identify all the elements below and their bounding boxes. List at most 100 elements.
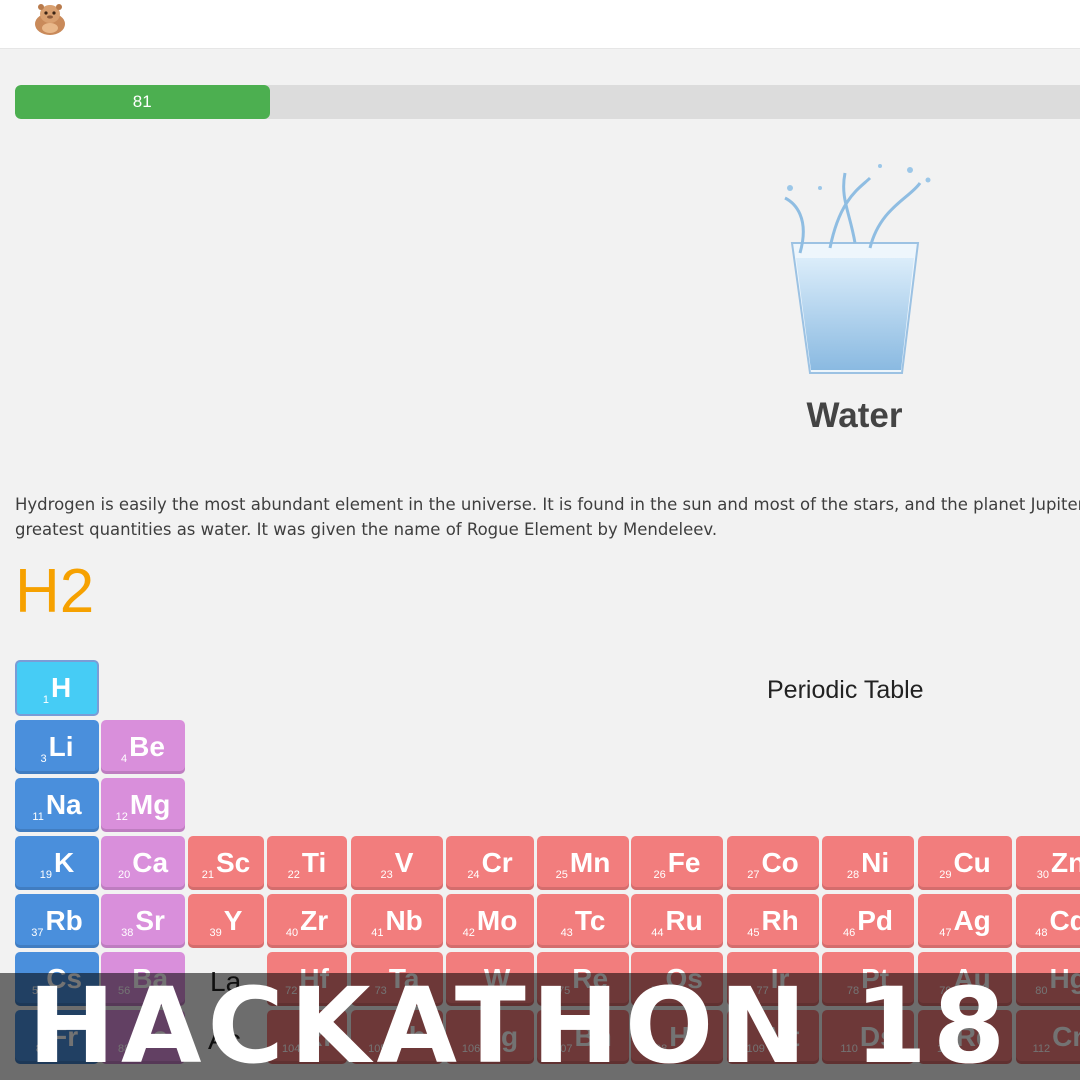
element-symbol: Sr [135,905,165,936]
atomic-number: 1 [42,694,49,706]
element-tile-mn[interactable]: 25Mn [537,836,629,890]
element-tile-co[interactable]: 27Co [727,836,819,890]
atomic-number: 25 [555,869,568,881]
element-symbol: Li [48,731,74,762]
element-tile-fe[interactable]: 26Fe [631,836,723,890]
progress-fill: 81 [15,85,270,119]
mascot-logo-icon[interactable] [30,2,70,36]
atomic-number: 40 [285,927,299,939]
element-tile-ni[interactable]: 28Ni [822,836,914,890]
element-symbol: Pd [857,905,894,936]
atomic-number: 30 [1036,869,1050,881]
hackathon-banner: HACKATHON 18 [0,973,1080,1080]
element-tile-ca[interactable]: 20Ca [101,836,185,890]
element-symbol: Cu [953,847,991,878]
element-symbol: Ru [665,905,703,936]
element-tile-v[interactable]: 23V [351,836,443,890]
element-symbol: Cr [481,847,513,878]
element-tile-be[interactable]: 4Be [101,720,185,774]
element-symbol: Cd [1049,905,1080,936]
atomic-number: 44 [651,927,664,939]
atomic-number: 29 [939,869,952,881]
element-symbol: Rb [45,905,83,936]
element-symbol: Na [45,789,82,820]
element-tile-mo[interactable]: 42Mo [446,894,534,948]
atomic-number: 42 [462,927,475,939]
element-symbol: Mo [476,905,518,936]
element-tile-y[interactable]: 39Y [188,894,264,948]
atomic-number: 22 [287,869,300,881]
compound-name: Water [806,396,903,435]
element-tile-cr[interactable]: 24Cr [446,836,534,890]
progress-bar: 81 [15,85,1080,119]
atomic-number: 3 [40,753,47,765]
compound-formula: H2 [15,557,95,626]
atomic-number: 48 [1035,927,1048,939]
atomic-number: 47 [939,927,952,939]
periodic-table-title: Periodic Table [767,676,924,704]
atomic-number: 28 [846,869,860,881]
element-tile-ag[interactable]: 47Ag [918,894,1012,948]
banner-text: HACKATHON 18 [28,973,1012,1080]
element-tile-zr[interactable]: 40Zr [267,894,347,948]
element-symbol: Sc [216,847,251,878]
element-tile-rh[interactable]: 45Rh [727,894,819,948]
description-line: greatest quantities as water. It was giv… [15,520,718,539]
atomic-number: 46 [842,927,856,939]
element-symbol: Rh [761,905,799,936]
atomic-number: 12 [115,811,128,823]
element-tile-cd[interactable]: 48Cd [1016,894,1080,948]
element-symbol: Zn [1051,847,1080,878]
element-tile-sr[interactable]: 38Sr [101,894,185,948]
atomic-number: 39 [209,927,222,939]
element-symbol: Y [223,905,243,936]
element-symbol: Co [761,847,799,878]
atomic-number: 37 [31,927,44,939]
element-tile-pd[interactable]: 46Pd [822,894,914,948]
atomic-number: 20 [117,869,131,881]
element-tile-nb[interactable]: 41Nb [351,894,443,948]
element-symbol: Tc [574,905,606,936]
element-tile-k[interactable]: 19K [15,836,99,890]
element-symbol: Ca [132,847,169,878]
element-symbol: Be [129,731,165,762]
element-tile-sc[interactable]: 21Sc [188,836,264,890]
element-symbol: Mn [569,847,611,878]
element-symbol: Zr [300,905,329,936]
atomic-number: 26 [653,869,666,881]
element-tile-ti[interactable]: 22Ti [267,836,347,890]
element-tile-tc[interactable]: 43Tc [537,894,629,948]
element-symbol: Mg [129,789,171,820]
atomic-number: 27 [747,869,760,881]
water-glass-image [784,164,931,374]
atomic-number: 45 [747,927,760,939]
element-symbol: Ag [953,905,991,936]
element-tile-ru[interactable]: 44Ru [631,894,723,948]
element-symbol: V [394,847,414,878]
atomic-number: 11 [32,811,44,823]
atomic-number: 19 [39,869,52,881]
atomic-number: 38 [121,927,134,939]
element-tile-na[interactable]: 11Na [15,778,99,832]
atomic-number: 43 [560,927,573,939]
element-symbol: H [50,672,72,703]
atomic-number: 21 [201,869,214,881]
atomic-number: 4 [121,753,128,765]
element-tile-mg[interactable]: 12Mg [101,778,185,832]
element-symbol: K [54,847,75,878]
element-description: Hydrogen is easily the most abundant ele… [15,492,1080,542]
element-tile-h[interactable]: 1H [15,660,99,716]
atomic-number: 24 [467,869,480,881]
element-tile-zn[interactable]: 30Zn [1016,836,1080,890]
element-tile-li[interactable]: 3Li [15,720,99,774]
description-line: Hydrogen is easily the most abundant ele… [15,495,1080,514]
element-symbol: Nb [385,905,423,936]
element-symbol: Ni [861,847,890,878]
element-tile-rb[interactable]: 37Rb [15,894,99,948]
element-symbol: Fe [667,847,701,878]
element-symbol: Ti [301,847,327,878]
atomic-number: 23 [380,869,393,881]
element-tile-cu[interactable]: 29Cu [918,836,1012,890]
atomic-number: 41 [371,927,384,939]
top-bar [0,0,1080,49]
